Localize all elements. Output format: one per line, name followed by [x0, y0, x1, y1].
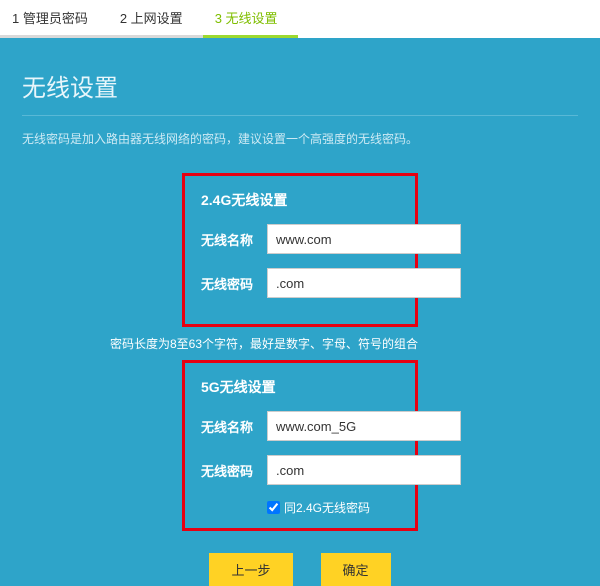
label-24g-name: 无线名称	[201, 230, 267, 249]
step-wireless-settings[interactable]: 3 无线设置	[203, 0, 298, 38]
label-5g-password: 无线密码	[201, 461, 267, 480]
step-admin-password[interactable]: 1 管理员密码	[0, 0, 108, 38]
label-24g-password: 无线密码	[201, 274, 267, 293]
label-5g-name: 无线名称	[201, 417, 267, 436]
step-internet-settings[interactable]: 2 上网设置	[108, 0, 203, 38]
button-row: 上一步 确定	[22, 553, 578, 586]
password-hint: 密码长度为8至63个字符，最好是数字、字母、符号的组合	[22, 335, 418, 352]
input-5g-password[interactable]	[267, 455, 461, 485]
field-row-5g-name: 无线名称	[201, 411, 399, 441]
section-24g-title: 2.4G无线设置	[201, 190, 399, 210]
input-24g-name[interactable]	[267, 224, 461, 254]
content-area: 2.4G无线设置 无线名称 无线密码 密码长度为8至63个字符，最好是数字、字母…	[0, 173, 600, 586]
field-row-24g-name: 无线名称	[201, 224, 399, 254]
prev-button[interactable]: 上一步	[209, 553, 292, 586]
input-24g-password[interactable]	[267, 268, 461, 298]
watermark-text: www.it528.com	[469, 8, 590, 29]
page-description: 无线密码是加入路由器无线网络的密码，建议设置一个高强度的无线密码。	[22, 130, 578, 147]
sync-password-row: 同2.4G无线密码	[267, 499, 399, 516]
field-row-5g-password: 无线密码	[201, 455, 399, 485]
checkbox-sync-password[interactable]	[267, 501, 280, 514]
label-sync-password: 同2.4G无线密码	[284, 499, 370, 516]
section-24g: 2.4G无线设置 无线名称 无线密码	[182, 173, 418, 327]
field-row-24g-password: 无线密码	[201, 268, 399, 298]
input-5g-name[interactable]	[267, 411, 461, 441]
header-area: 无线设置 无线密码是加入路由器无线网络的密码，建议设置一个高强度的无线密码。	[0, 38, 600, 165]
page-title: 无线设置	[22, 68, 578, 116]
section-5g-title: 5G无线设置	[201, 377, 399, 397]
confirm-button[interactable]: 确定	[321, 553, 391, 586]
section-5g: 5G无线设置 无线名称 无线密码 同2.4G无线密码	[182, 360, 418, 531]
